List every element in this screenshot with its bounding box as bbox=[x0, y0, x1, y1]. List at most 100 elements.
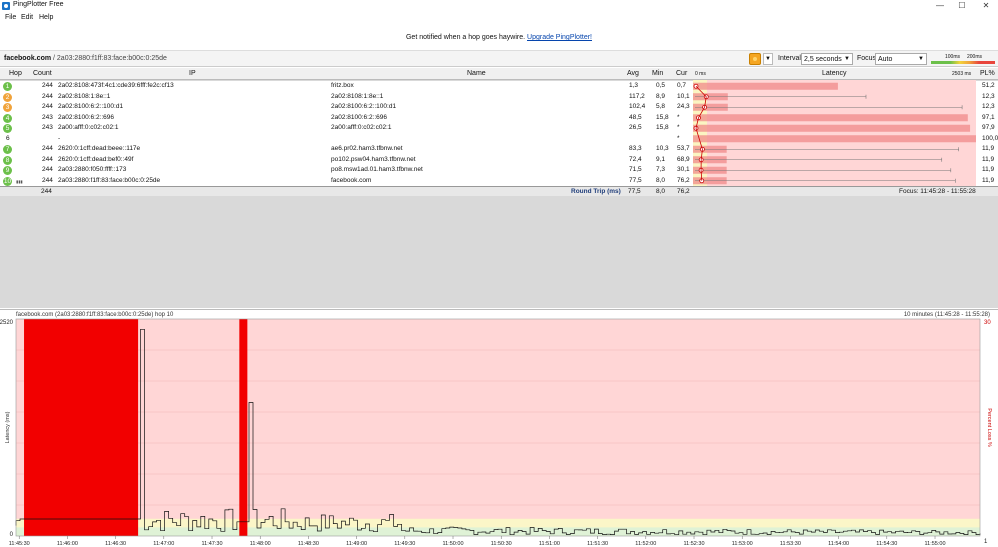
x-axis-tick-label: 11:50:30 bbox=[491, 541, 512, 547]
col-count[interactable]: Count bbox=[33, 70, 52, 77]
col-cur[interactable]: Cur bbox=[676, 70, 687, 77]
y-axis-min-label: 0 bbox=[10, 532, 14, 538]
hop-name: po8.msw1ad.01.ham3.tfbnw.net bbox=[331, 166, 423, 173]
roundtrip-label: Round Trip (ms) bbox=[571, 188, 621, 195]
maximize-button[interactable]: ☐ bbox=[952, 0, 972, 12]
hop-count: 244 bbox=[42, 103, 53, 110]
interval-select[interactable]: 2,5 seconds ▼ bbox=[801, 53, 853, 65]
toolbar: facebook.com / 2a03:2880:f1ff:83:face:b0… bbox=[0, 50, 998, 67]
hop-min: 10,3 bbox=[656, 145, 669, 152]
loss-axis-title: Percent Loss % bbox=[986, 408, 992, 447]
menu-bar: File Edit Help bbox=[0, 12, 998, 24]
col-latency[interactable]: Latency bbox=[822, 70, 847, 77]
packet-loss-bar bbox=[693, 124, 971, 132]
roundtrip-min: 8,0 bbox=[656, 188, 666, 195]
hop-cur: * bbox=[677, 134, 680, 142]
hop-pl: 51,2 bbox=[982, 82, 995, 89]
x-axis-tick-label: 11:55:00 bbox=[925, 541, 946, 547]
hop-ip: 2620:0:1cff:dead:bef0::49f bbox=[58, 155, 134, 163]
scale-gradient-bar bbox=[931, 61, 995, 64]
banner-text: Get notified when a hop goes haywire. bbox=[405, 34, 526, 41]
x-axis-tick-label: 11:51:00 bbox=[539, 541, 560, 547]
hop-avg: 26,5 bbox=[629, 124, 642, 131]
latency-min-label: 0 ms bbox=[695, 71, 706, 77]
hop-avg: 77,5 bbox=[629, 176, 642, 184]
packet-loss-span bbox=[239, 319, 248, 536]
hop-avg: 71,5 bbox=[629, 166, 642, 173]
hop-avg: 72,4 bbox=[629, 155, 642, 163]
y-axis-max-label: 2520 bbox=[0, 320, 14, 326]
interval-value: 2,5 seconds bbox=[804, 56, 842, 63]
chevron-down-icon: ▼ bbox=[844, 56, 850, 62]
upgrade-link[interactable]: Upgrade PingPlotter! bbox=[527, 34, 592, 41]
hop-cur: 30,1 bbox=[677, 166, 690, 173]
packet-loss-bar bbox=[693, 82, 838, 90]
hop-number: 10 bbox=[3, 176, 12, 186]
target-label[interactable]: facebook.com / 2a03:2880:f1ff:83:face:b0… bbox=[4, 55, 167, 62]
hop-avg: 83,3 bbox=[629, 145, 642, 152]
hop-number: 1 bbox=[3, 82, 12, 91]
roundtrip-row: 244 Round Trip (ms) 77,5 8,0 76,2 Focus:… bbox=[0, 186, 998, 196]
hop-count: 244 bbox=[42, 92, 53, 100]
hop-name: 2a02:8100:6:2::696 bbox=[331, 113, 388, 121]
col-avg[interactable]: Avg bbox=[627, 70, 639, 77]
hop-count: 244 bbox=[42, 82, 53, 89]
hop-avg: 48,5 bbox=[629, 113, 642, 121]
loss-axis-max-label: 30 bbox=[984, 320, 991, 326]
hop-avg: 1,3 bbox=[629, 82, 639, 89]
latency-plot bbox=[693, 80, 976, 186]
hop-pl: 97,1 bbox=[982, 113, 995, 121]
graph-title: facebook.com (2a03:2880:f1ff:83:face:b00… bbox=[16, 312, 174, 318]
hop-pl: 11,9 bbox=[982, 166, 995, 173]
col-pl[interactable]: PL% bbox=[980, 70, 995, 77]
col-name[interactable]: Name bbox=[467, 70, 486, 77]
hop-count: 244 bbox=[42, 145, 53, 152]
hop-cur: 0,7 bbox=[677, 82, 687, 89]
x-axis-tick-label: 11:54:30 bbox=[876, 541, 897, 547]
scale-low-label: 100ms bbox=[945, 54, 961, 60]
hop-cur: 10,1 bbox=[677, 92, 690, 100]
hop-number: 6 bbox=[6, 134, 10, 142]
hop-min: 9,1 bbox=[656, 155, 666, 163]
menu-file[interactable]: File bbox=[5, 14, 16, 21]
hop-number: 5 bbox=[3, 124, 12, 133]
hop-number: 9 bbox=[3, 166, 12, 175]
y-axis-title: Latency (ms) bbox=[5, 411, 11, 443]
hop-min: 15,8 bbox=[656, 124, 669, 131]
x-axis-tick-label: 11:48:30 bbox=[298, 541, 319, 547]
hop-pl: 11,9 bbox=[982, 155, 995, 163]
x-axis-tick-label: 11:53:30 bbox=[780, 541, 801, 547]
timeline-graph[interactable]: 2520 0 Latency (ms) 30 1 Percent Loss % 11:45:… bbox=[0, 310, 998, 547]
hop-name: 2a02:8100:6:2::100:d1 bbox=[331, 103, 397, 110]
col-hop[interactable]: Hop bbox=[9, 70, 22, 77]
pause-button[interactable] bbox=[749, 53, 761, 65]
hop-cur: 76,2 bbox=[677, 176, 690, 184]
menu-help[interactable]: Help bbox=[39, 14, 53, 21]
hop-min: 8,9 bbox=[656, 92, 666, 100]
graph-hop-icon[interactable]: ▮▮▮ bbox=[16, 179, 23, 184]
app-logo-icon bbox=[2, 2, 10, 10]
hop-avg: 102,4 bbox=[629, 103, 646, 110]
hop-cur: * bbox=[677, 124, 680, 131]
target-ip: / 2a03:2880:f1ff:83:face:b00c:0:25de bbox=[51, 55, 167, 62]
focus-select[interactable]: Auto ▼ bbox=[875, 53, 927, 65]
hop-ip: 2a02:8108:1:8e::1 bbox=[58, 92, 111, 100]
hop-ip: 2a03:2880:f1ff:83:face:b00c:0:25de bbox=[58, 176, 161, 184]
hop-ip: 2a02:8100:6:2::696 bbox=[58, 113, 115, 121]
menu-edit[interactable]: Edit bbox=[21, 14, 33, 21]
x-axis-tick-label: 11:53:00 bbox=[732, 541, 753, 547]
x-axis-tick-label: 11:52:00 bbox=[635, 541, 656, 547]
col-ip[interactable]: IP bbox=[189, 70, 196, 77]
packet-loss-bar bbox=[693, 135, 976, 143]
hop-cur: 53,7 bbox=[677, 145, 690, 152]
hop-name: facebook.com bbox=[331, 176, 372, 184]
pause-options-dropdown[interactable]: ▼ bbox=[763, 53, 773, 65]
minimize-button[interactable]: — bbox=[930, 0, 950, 12]
chevron-down-icon: ▼ bbox=[918, 56, 924, 62]
close-button[interactable]: ✕ bbox=[976, 0, 996, 12]
col-min[interactable]: Min bbox=[652, 70, 663, 77]
timeline-graph-panel: 2520 0 Latency (ms) 30 1 Percent Loss % 11:45:… bbox=[0, 309, 998, 547]
packet-loss-span bbox=[24, 319, 139, 536]
latency-color-scale: 100ms 200ms bbox=[931, 54, 995, 64]
hop-pl: 100,0 bbox=[982, 134, 998, 142]
